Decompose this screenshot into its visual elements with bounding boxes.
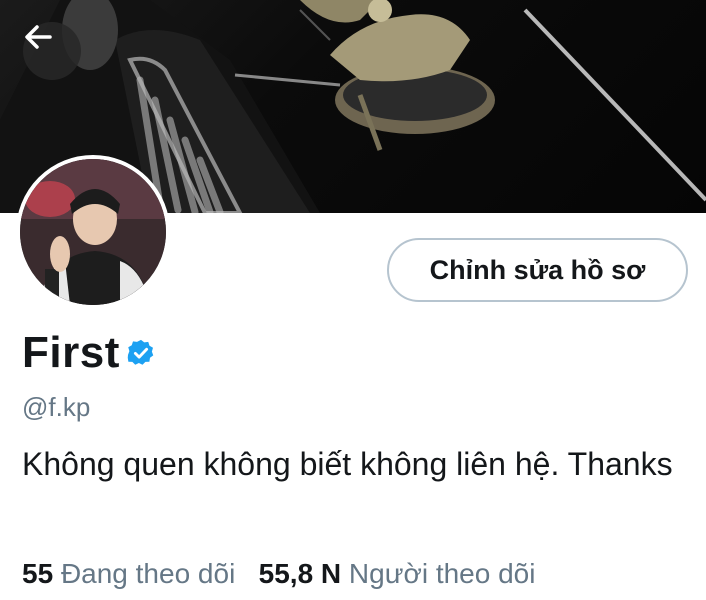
profile-stats: 55 Đang theo dõi 55,8 N Người theo dõi	[22, 558, 535, 590]
back-button[interactable]	[23, 22, 81, 80]
following-stat[interactable]: 55 Đang theo dõi	[22, 558, 243, 589]
profile-avatar[interactable]	[16, 155, 170, 309]
arrow-left-icon	[25, 25, 52, 49]
profile-bio: Không quen không biết không liên hệ. Tha…	[22, 446, 673, 482]
profile-name: First	[22, 328, 120, 377]
edit-profile-button[interactable]: Chỉnh sửa hồ sơ	[387, 238, 688, 302]
avatar-image	[20, 159, 166, 305]
followers-stat[interactable]: 55,8 N Người theo dõi	[259, 558, 536, 589]
following-label: Đang theo dõi	[60, 558, 236, 589]
profile-name-row: First	[22, 328, 156, 378]
followers-label: Người theo dõi	[348, 558, 536, 589]
profile-handle: @f.kp	[22, 392, 91, 422]
verified-badge-icon	[127, 339, 154, 365]
followers-count: 55,8 N	[258, 558, 342, 589]
following-count: 55	[22, 558, 54, 589]
